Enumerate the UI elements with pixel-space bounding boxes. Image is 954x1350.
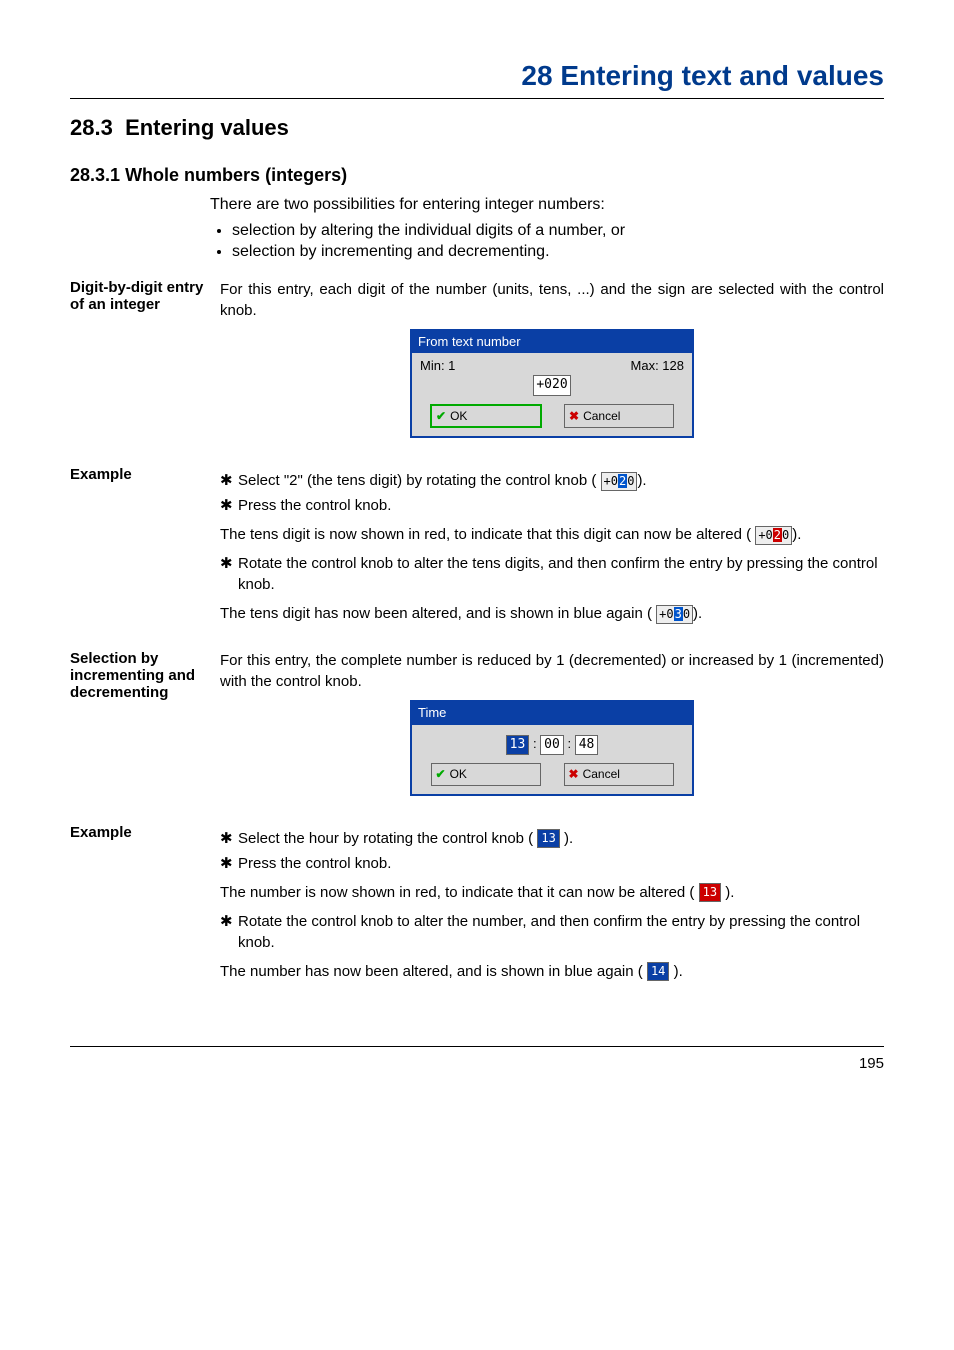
step-item: ✱ Rotate the control knob to alter the n… bbox=[220, 911, 884, 953]
ok-button[interactable]: ✔ OK bbox=[431, 763, 541, 786]
intro-bullet: selection by incrementing and decrementi… bbox=[232, 243, 884, 261]
minutes-input[interactable]: 00 bbox=[540, 735, 564, 755]
section-name: Entering values bbox=[125, 115, 289, 140]
step-item: ✱ Select the hour by rotating the contro… bbox=[220, 828, 884, 849]
step-item: ✱ Press the control knob. bbox=[220, 495, 884, 516]
result-text: The number is now shown in red, to indic… bbox=[220, 882, 884, 903]
chip-pre: +0 bbox=[604, 474, 618, 488]
star-icon: ✱ bbox=[220, 828, 238, 849]
text: ). bbox=[725, 884, 734, 901]
time-dialog: Time 13 : 00 : 48 ✔ OK bbox=[410, 700, 694, 795]
step-text: Rotate the control knob to alter the ten… bbox=[238, 553, 884, 595]
min-label: Min: 1 bbox=[420, 357, 455, 375]
text: The tens digit has now been altered, and… bbox=[220, 605, 652, 622]
check-icon: ✔ bbox=[436, 766, 446, 783]
subsection-title: 28.3.1 Whole numbers (integers) bbox=[70, 165, 884, 186]
cross-icon: ✖ bbox=[569, 766, 579, 783]
star-icon: ✱ bbox=[220, 911, 238, 953]
header-rule bbox=[70, 98, 884, 99]
side-label-example: Example bbox=[70, 466, 220, 632]
from-text-number-dialog: From text number Min: 1 Max: 128 +020 ✔ … bbox=[410, 329, 694, 438]
cancel-label: Cancel bbox=[583, 408, 620, 425]
section-title: 28.3 Entering values bbox=[70, 115, 884, 141]
text: ). bbox=[674, 963, 683, 980]
step-text: Press the control knob. bbox=[238, 495, 884, 516]
digit-chip: +020 bbox=[601, 472, 638, 491]
step-text: Select the hour by rotating the control … bbox=[238, 830, 533, 847]
max-label: Max: 128 bbox=[631, 357, 684, 375]
ok-button[interactable]: ✔ OK bbox=[430, 404, 542, 429]
result-text: The number has now been altered, and is … bbox=[220, 961, 884, 982]
text: ). bbox=[693, 605, 702, 622]
intro-list: selection by altering the individual dig… bbox=[210, 222, 884, 261]
star-icon: ✱ bbox=[220, 853, 238, 874]
dialog-title: Time bbox=[412, 702, 692, 724]
step-text: Select "2" (the tens digit) by rotating … bbox=[238, 472, 596, 489]
page-number: 195 bbox=[70, 1055, 884, 1072]
hour-chip: 13 bbox=[699, 883, 721, 902]
step-item: ✱ Press the control knob. bbox=[220, 853, 884, 874]
text: ). bbox=[792, 526, 801, 543]
text: The number has now been altered, and is … bbox=[220, 963, 643, 980]
text: The number is now shown in red, to indic… bbox=[220, 884, 694, 901]
section-number: 28.3 bbox=[70, 115, 113, 140]
digit-chip: +020 bbox=[755, 526, 792, 545]
cross-icon: ✖ bbox=[569, 408, 579, 425]
star-icon: ✱ bbox=[220, 553, 238, 595]
chip-pre: +0 bbox=[758, 528, 772, 542]
hour-chip: 14 bbox=[647, 962, 669, 981]
chip-post: 0 bbox=[627, 474, 634, 488]
chip-pre: +0 bbox=[659, 607, 673, 621]
chip-highlight: 2 bbox=[773, 528, 782, 542]
intro-text: There are two possibilities for entering… bbox=[210, 196, 884, 214]
chip-highlight: 2 bbox=[618, 474, 627, 488]
number-input[interactable]: +020 bbox=[533, 375, 570, 395]
chip-highlight: 3 bbox=[674, 607, 683, 621]
step-text: Press the control knob. bbox=[238, 853, 884, 874]
star-icon: ✱ bbox=[220, 495, 238, 516]
colon: : bbox=[567, 736, 574, 751]
seconds-input[interactable]: 48 bbox=[575, 735, 599, 755]
star-icon: ✱ bbox=[220, 470, 238, 491]
colon: : bbox=[533, 736, 540, 751]
step-text: Rotate the control knob to alter the num… bbox=[238, 911, 884, 953]
blockA-text: For this entry, each digit of the number… bbox=[220, 279, 884, 321]
digit-chip: +030 bbox=[656, 605, 693, 624]
text: The tens digit is now shown in red, to i… bbox=[220, 526, 751, 543]
chapter-title: 28 Entering text and values bbox=[70, 60, 884, 92]
blockB-text: For this entry, the complete number is r… bbox=[220, 650, 884, 692]
ok-label: OK bbox=[450, 408, 467, 425]
dialog-title: From text number bbox=[412, 331, 692, 353]
step-item: ✱ Rotate the control knob to alter the t… bbox=[220, 553, 884, 595]
check-icon: ✔ bbox=[436, 408, 446, 425]
cancel-label: Cancel bbox=[583, 766, 620, 783]
ok-label: OK bbox=[450, 766, 467, 783]
side-label-example: Example bbox=[70, 824, 220, 990]
hours-input[interactable]: 13 bbox=[506, 735, 530, 755]
step-text: ). bbox=[564, 830, 573, 847]
cancel-button[interactable]: ✖ Cancel bbox=[564, 404, 674, 429]
chip-post: 0 bbox=[683, 607, 690, 621]
footer-rule bbox=[70, 1046, 884, 1047]
intro-bullet: selection by altering the individual dig… bbox=[232, 222, 884, 240]
chip-post: 0 bbox=[782, 528, 789, 542]
hour-chip: 13 bbox=[537, 829, 559, 848]
step-text: ). bbox=[637, 472, 646, 489]
cancel-button[interactable]: ✖ Cancel bbox=[564, 763, 674, 786]
side-label-incdec: Selection by incrementing and decrementi… bbox=[70, 650, 220, 805]
subsection-name: Whole numbers (integers) bbox=[125, 165, 347, 185]
step-item: ✱ Select "2" (the tens digit) by rotatin… bbox=[220, 470, 884, 491]
result-text: The tens digit is now shown in red, to i… bbox=[220, 524, 884, 545]
side-label-digit-entry: Digit-by-digit entry of an integer bbox=[70, 279, 220, 448]
result-text: The tens digit has now been altered, and… bbox=[220, 603, 884, 624]
subsection-number: 28.3.1 bbox=[70, 165, 120, 185]
